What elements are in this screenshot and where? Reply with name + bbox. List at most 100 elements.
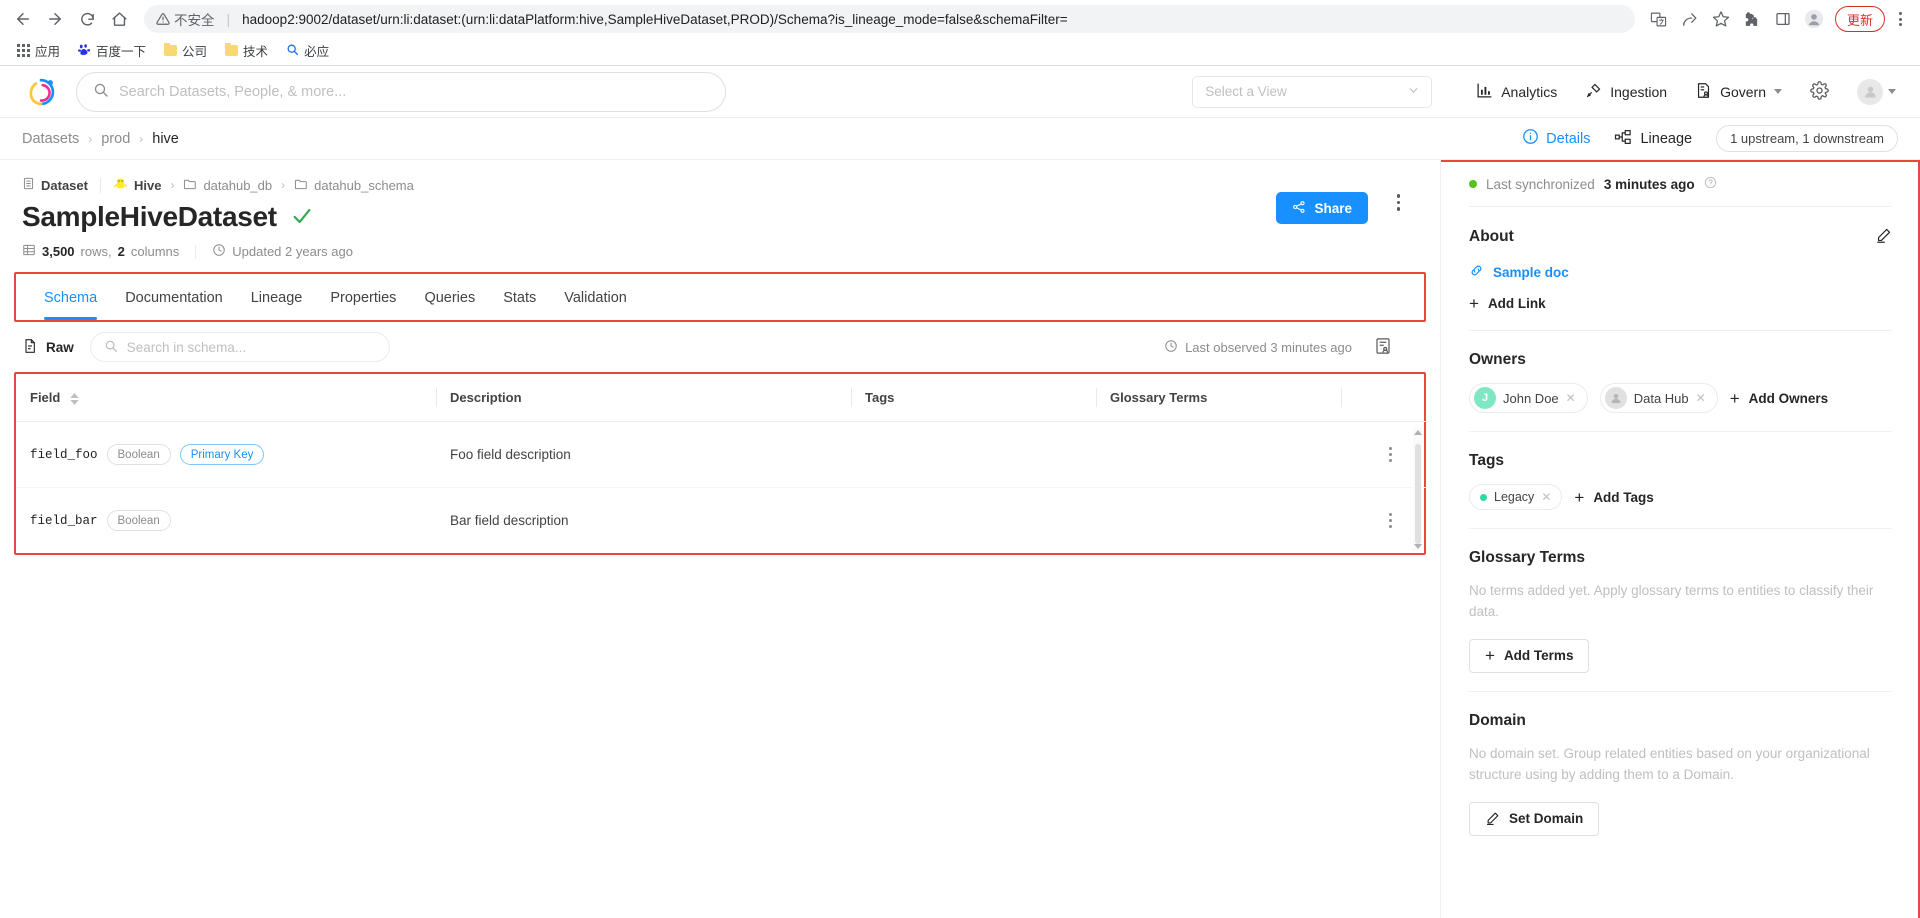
entity-stats: 3,500 rows, 2 columns Updated 2 years ag… xyxy=(22,243,1418,260)
details-toggle[interactable]: Details xyxy=(1522,128,1590,149)
nav-analytics[interactable]: Analytics xyxy=(1476,82,1557,102)
sync-value: 3 minutes ago xyxy=(1603,176,1695,192)
tab-lineage[interactable]: Lineage xyxy=(237,276,317,320)
owners-title: Owners xyxy=(1469,351,1526,368)
bookmark-star-icon[interactable] xyxy=(1707,5,1735,33)
tab-stats[interactable]: Stats xyxy=(489,276,550,320)
set-domain-label: Set Domain xyxy=(1509,811,1584,827)
cell-description[interactable]: Foo field description xyxy=(436,421,851,488)
chevron-down-icon xyxy=(1408,84,1419,99)
bookmark-bing[interactable]: 必应 xyxy=(279,38,336,63)
close-icon[interactable]: ✕ xyxy=(1541,490,1551,504)
tab-documentation[interactable]: Documentation xyxy=(111,276,237,320)
bookmark-tech[interactable]: 技术 xyxy=(218,38,275,63)
breadcrumb-item-datasets[interactable]: Datasets xyxy=(22,131,79,147)
scroll-down-arrow-icon[interactable] xyxy=(1413,544,1422,549)
datahub-logo-icon[interactable] xyxy=(24,75,58,109)
chevron-down-icon xyxy=(1774,89,1782,94)
lineage-count-pill[interactable]: 1 upstream, 1 downstream xyxy=(1716,125,1898,152)
sync-prefix: Last synchronized xyxy=(1486,176,1595,192)
scroll-up-arrow-icon[interactable] xyxy=(1413,430,1422,435)
update-button[interactable]: 更新 xyxy=(1834,6,1885,32)
tab-schema[interactable]: Schema xyxy=(30,276,111,320)
breadcrumb-separator: › xyxy=(88,131,93,146)
address-bar[interactable]: 不安全 | hadoop2:9002/dataset/urn:li:datase… xyxy=(144,5,1635,33)
tab-properties[interactable]: Properties xyxy=(316,276,410,320)
about-link[interactable]: Sample doc xyxy=(1469,263,1892,281)
help-circle-icon[interactable] xyxy=(1704,176,1717,192)
add-terms-button[interactable]: + Add Terms xyxy=(1469,638,1590,673)
sort-icon[interactable] xyxy=(70,392,79,405)
lineage-toggle[interactable]: Lineage xyxy=(1614,128,1692,150)
bookmark-company[interactable]: 公司 xyxy=(157,38,214,63)
close-icon[interactable]: ✕ xyxy=(1696,391,1706,405)
column-header-field[interactable]: Field xyxy=(16,374,436,422)
tag-chip-legacy[interactable]: Legacy ✕ xyxy=(1469,484,1563,510)
column-header-label: Field xyxy=(30,390,61,405)
pencil-icon[interactable] xyxy=(1875,227,1892,247)
container-label: datahub_db xyxy=(203,177,273,193)
cell-tags[interactable] xyxy=(851,421,1096,488)
breadcrumb-item-hive[interactable]: hive xyxy=(152,131,179,147)
home-button[interactable] xyxy=(104,4,134,34)
schema-search-input[interactable]: Search in schema... xyxy=(89,332,390,362)
nav-label: Govern xyxy=(1720,83,1766,100)
view-select[interactable]: Select a View xyxy=(1192,75,1433,108)
security-warning[interactable]: 不安全 xyxy=(156,9,215,29)
cell-description[interactable]: Bar field description xyxy=(436,488,851,554)
add-link-button[interactable]: + Add Link xyxy=(1469,295,1892,312)
container-datahub-schema[interactable]: datahub_schema xyxy=(294,177,414,194)
owner-chip-john-doe[interactable]: J John Doe ✕ xyxy=(1469,383,1588,413)
set-domain-button[interactable]: Set Domain xyxy=(1469,801,1600,836)
tab-validation[interactable]: Validation xyxy=(550,276,641,320)
table-row[interactable]: field_foo Boolean Primary Key Foo field … xyxy=(16,421,1426,488)
field-type-chip: Boolean xyxy=(106,444,171,465)
breadcrumb: Datasets › prod › hive xyxy=(22,131,179,147)
user-menu-button[interactable] xyxy=(1857,78,1896,105)
file-text-icon xyxy=(22,338,38,357)
bookmark-apps[interactable]: 应用 xyxy=(10,38,67,63)
nav-govern[interactable]: Govern xyxy=(1695,82,1782,102)
table-row[interactable]: field_bar Boolean Bar field description xyxy=(16,488,1426,554)
cell-glossary-terms[interactable] xyxy=(1096,488,1341,554)
share-button[interactable]: Share xyxy=(1276,192,1368,224)
platform-hive[interactable]: Hive xyxy=(113,176,161,194)
add-tags-button[interactable]: + Add Tags xyxy=(1574,489,1653,506)
browser-menu-button[interactable] xyxy=(1888,12,1912,26)
cell-glossary-terms[interactable] xyxy=(1096,421,1341,488)
raw-toggle-button[interactable]: Raw xyxy=(22,338,74,357)
url-text: hadoop2:9002/dataset/urn:li:dataset:(urn… xyxy=(242,11,1068,27)
reload-button[interactable] xyxy=(72,4,102,34)
owner-name: Data Hub xyxy=(1633,390,1689,406)
bookmarks-bar: 应用 百度一下 公司 技术 必应 xyxy=(0,38,1920,66)
sidepanel-icon[interactable] xyxy=(1769,5,1797,33)
scrollbar-thumb[interactable] xyxy=(1414,444,1421,544)
back-button[interactable] xyxy=(8,4,38,34)
close-icon[interactable]: ✕ xyxy=(1566,391,1576,405)
entity-more-menu-button[interactable] xyxy=(1396,194,1400,211)
add-owners-button[interactable]: + Add Owners xyxy=(1730,390,1828,407)
folder-open-icon xyxy=(294,177,308,194)
forward-button[interactable] xyxy=(40,4,70,34)
nav-ingestion[interactable]: Ingestion xyxy=(1585,82,1667,102)
schema-blame-button[interactable] xyxy=(1374,337,1392,358)
owner-chip-data-hub[interactable]: Data Hub ✕ xyxy=(1599,383,1718,413)
container-datahub-db[interactable]: datahub_db xyxy=(183,177,272,194)
link-icon xyxy=(1469,263,1484,281)
tab-queries[interactable]: Queries xyxy=(410,276,489,320)
breadcrumb-item-prod[interactable]: prod xyxy=(101,131,130,147)
table-scrollbar[interactable] xyxy=(1413,428,1422,551)
extensions-puzzle-icon[interactable] xyxy=(1738,5,1766,33)
profile-icon[interactable] xyxy=(1800,5,1828,33)
translate-icon[interactable] xyxy=(1645,5,1673,33)
bookmark-baidu[interactable]: 百度一下 xyxy=(71,38,153,63)
settings-button[interactable] xyxy=(1810,80,1829,103)
column-header-glossary-terms: Glossary Terms xyxy=(1096,374,1341,422)
entity-sidebar: Last synchronized 3 minutes ago About Sa… xyxy=(1440,160,1920,918)
cell-tags[interactable] xyxy=(851,488,1096,554)
global-search-input[interactable]: Search Datasets, People, & more... xyxy=(76,71,726,112)
share-icon[interactable] xyxy=(1676,5,1704,33)
add-owners-label: Add Owners xyxy=(1748,390,1829,406)
updated-stat: Updated 2 years ago xyxy=(212,243,353,260)
browser-chrome: 不安全 | hadoop2:9002/dataset/urn:li:datase… xyxy=(0,0,1920,66)
